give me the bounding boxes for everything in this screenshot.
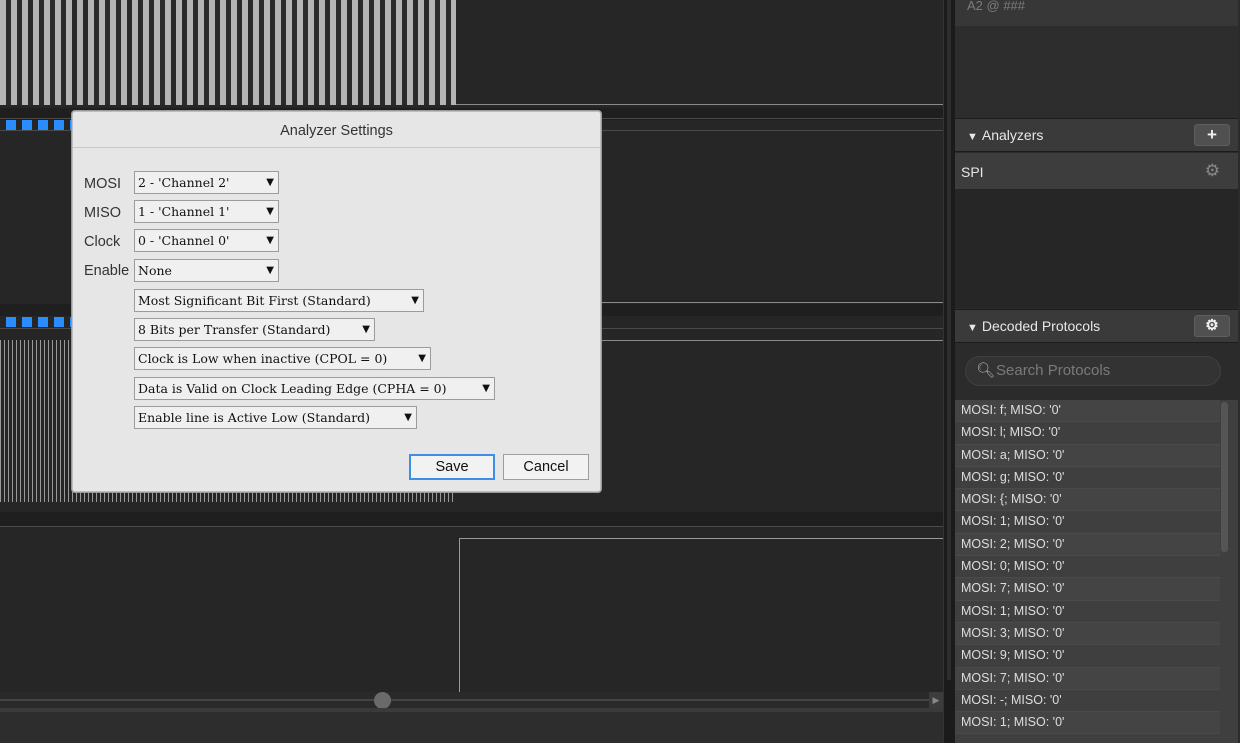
cpha-value: Data is Valid on Clock Leading Edge (CPH… (138, 381, 447, 396)
clock-label: Clock (84, 234, 121, 250)
panel-splitter[interactable] (943, 0, 955, 743)
measurement-header: A2 @ ### (955, 0, 1238, 26)
list-item[interactable]: MOSI: 0; MISO: '0' (955, 556, 1220, 579)
chevron-down-icon: ▼ (482, 383, 490, 394)
scroll-thumb[interactable] (374, 692, 391, 709)
save-button[interactable]: Save (409, 454, 495, 480)
chevron-down-icon: ▼ (266, 206, 274, 217)
chevron-down-icon: ▼ (266, 177, 274, 188)
chevron-down-icon: ▼ (411, 295, 419, 306)
decoded-settings-button[interactable]: ⚙ (1194, 315, 1230, 337)
list-item[interactable]: MOSI: g; MISO: '0' (955, 466, 1220, 490)
clock-select[interactable]: 0 - 'Channel 0' ▼ (134, 229, 279, 252)
analyzer-settings-dialog: Analyzer Settings MOSI 2 - 'Channel 2' ▼ … (72, 111, 601, 492)
analyzer-name: SPI (961, 164, 984, 180)
list-item[interactable]: MOSI: 3; MISO: '0' (955, 622, 1220, 646)
list-item[interactable]: MOSI: -; MISO: '0' (955, 689, 1220, 713)
list-item[interactable]: MOSI: l; MISO: '0' (955, 422, 1220, 445)
list-item[interactable]: MOSI: 9; MISO: '0' (955, 645, 1220, 668)
channel-markers (6, 120, 80, 130)
row-separator (0, 526, 943, 527)
waveform-idle-line (600, 302, 943, 303)
right-panel: A2 @ ### ▼ Analyzers + SPI ⚙ ▼ Decoded Pro… (955, 0, 1240, 743)
miso-value: 1 - 'Channel 1' (138, 204, 230, 219)
chevron-down-icon: ▼ (418, 353, 426, 364)
analyzers-title: Analyzers (981, 127, 1044, 143)
list-item[interactable]: MOSI: 7; MISO: '0' (955, 667, 1220, 690)
channel-row-gap (0, 512, 943, 526)
analyzers-list: SPI ⚙ (955, 153, 1238, 308)
channel-markers (6, 317, 80, 327)
waveform-outline-box (459, 538, 943, 692)
collapse-triangle-icon[interactable]: ▼ (967, 322, 978, 334)
search-area: 🔍︎ Search Protocols (955, 344, 1238, 400)
gear-icon: ⚙ (1205, 317, 1219, 334)
list-item[interactable]: MOSI: a; MISO: '0' (955, 444, 1220, 467)
collapse-triangle-icon[interactable]: ▼ (967, 131, 978, 143)
bit-order-select[interactable]: Most Significant Bit First (Standard) ▼ (134, 289, 424, 312)
mosi-select[interactable]: 2 - 'Channel 2' ▼ (134, 171, 279, 194)
decoded-protocols-header: ▼ Decoded Protocols ⚙ (955, 309, 1238, 343)
scroll-track (0, 699, 943, 701)
clock-value: 0 - 'Channel 0' (138, 233, 230, 248)
scroll-right-arrow-icon[interactable]: ▶ (929, 692, 943, 708)
chevron-down-icon: ▼ (404, 412, 412, 423)
analyzer-item-spi[interactable]: SPI ⚙ (955, 153, 1238, 189)
bits-per-transfer-value: 8 Bits per Transfer (Standard) (138, 322, 331, 337)
mosi-value: 2 - 'Channel 2' (138, 175, 230, 190)
enable-polarity-value: Enable line is Active Low (Standard) (138, 410, 371, 425)
list-item[interactable]: MOSI: {; MISO: '0' (955, 489, 1220, 512)
chevron-down-icon: ▼ (266, 235, 274, 246)
list-item[interactable]: MOSI: 2; MISO: '0' (955, 533, 1220, 557)
decoded-protocols-list[interactable]: MOSI: f; MISO: '0' MOSI: l; MISO: '0' MO… (955, 400, 1238, 743)
chevron-down-icon: ▼ (266, 265, 274, 276)
enable-polarity-select[interactable]: Enable line is Active Low (Standard) ▼ (134, 406, 417, 429)
cpol-select[interactable]: Clock is Low when inactive (CPOL = 0) ▼ (134, 347, 431, 370)
waveform-idle-line (600, 340, 943, 341)
bits-per-transfer-select[interactable]: 8 Bits per Transfer (Standard) ▼ (134, 318, 375, 341)
search-icon: 🔍︎ (976, 362, 996, 379)
list-item[interactable]: MOSI: 1; MISO: '0' (955, 511, 1220, 534)
list-item[interactable]: MOSI: 1; MISO: '0' (955, 600, 1220, 623)
add-analyzer-button[interactable]: + (1194, 124, 1230, 146)
bottom-strip (0, 708, 943, 743)
list-item[interactable]: MOSI: 1; MISO: '0' (955, 712, 1220, 735)
enable-select[interactable]: None ▼ (134, 259, 279, 282)
horizontal-scrollbar[interactable]: ▶ (0, 692, 943, 709)
gear-icon[interactable]: ⚙ (1205, 161, 1220, 181)
cancel-button[interactable]: Cancel (503, 454, 589, 480)
measurement-box: A2 @ ### (955, 0, 1238, 118)
list-scrollbar[interactable] (1221, 402, 1228, 552)
enable-value: None (138, 263, 172, 278)
bit-order-value: Most Significant Bit First (Standard) (138, 293, 371, 308)
list-item[interactable]: MOSI: 7; MISO: '0' (955, 578, 1220, 601)
search-protocols-input[interactable]: 🔍︎ Search Protocols (965, 356, 1221, 386)
miso-label: MISO (84, 205, 122, 221)
cpha-select[interactable]: Data is Valid on Clock Leading Edge (CPH… (134, 377, 495, 400)
enable-label: Enable (84, 263, 130, 279)
channel-waveform-top (0, 0, 456, 105)
mosi-label: MOSI (84, 176, 122, 192)
waveform-idle-line (456, 104, 943, 105)
search-placeholder: Search Protocols (996, 362, 1111, 379)
list-item[interactable]: MOSI: f; MISO: '0' (955, 400, 1220, 423)
cpol-value: Clock is Low when inactive (CPOL = 0) (138, 351, 388, 366)
miso-select[interactable]: 1 - 'Channel 1' ▼ (134, 200, 279, 223)
chevron-down-icon: ▼ (362, 324, 370, 335)
dialog-title: Analyzer Settings (73, 112, 600, 148)
analyzers-header: ▼ Analyzers + (955, 118, 1238, 152)
decoded-protocols-title: Decoded Protocols (981, 318, 1101, 334)
